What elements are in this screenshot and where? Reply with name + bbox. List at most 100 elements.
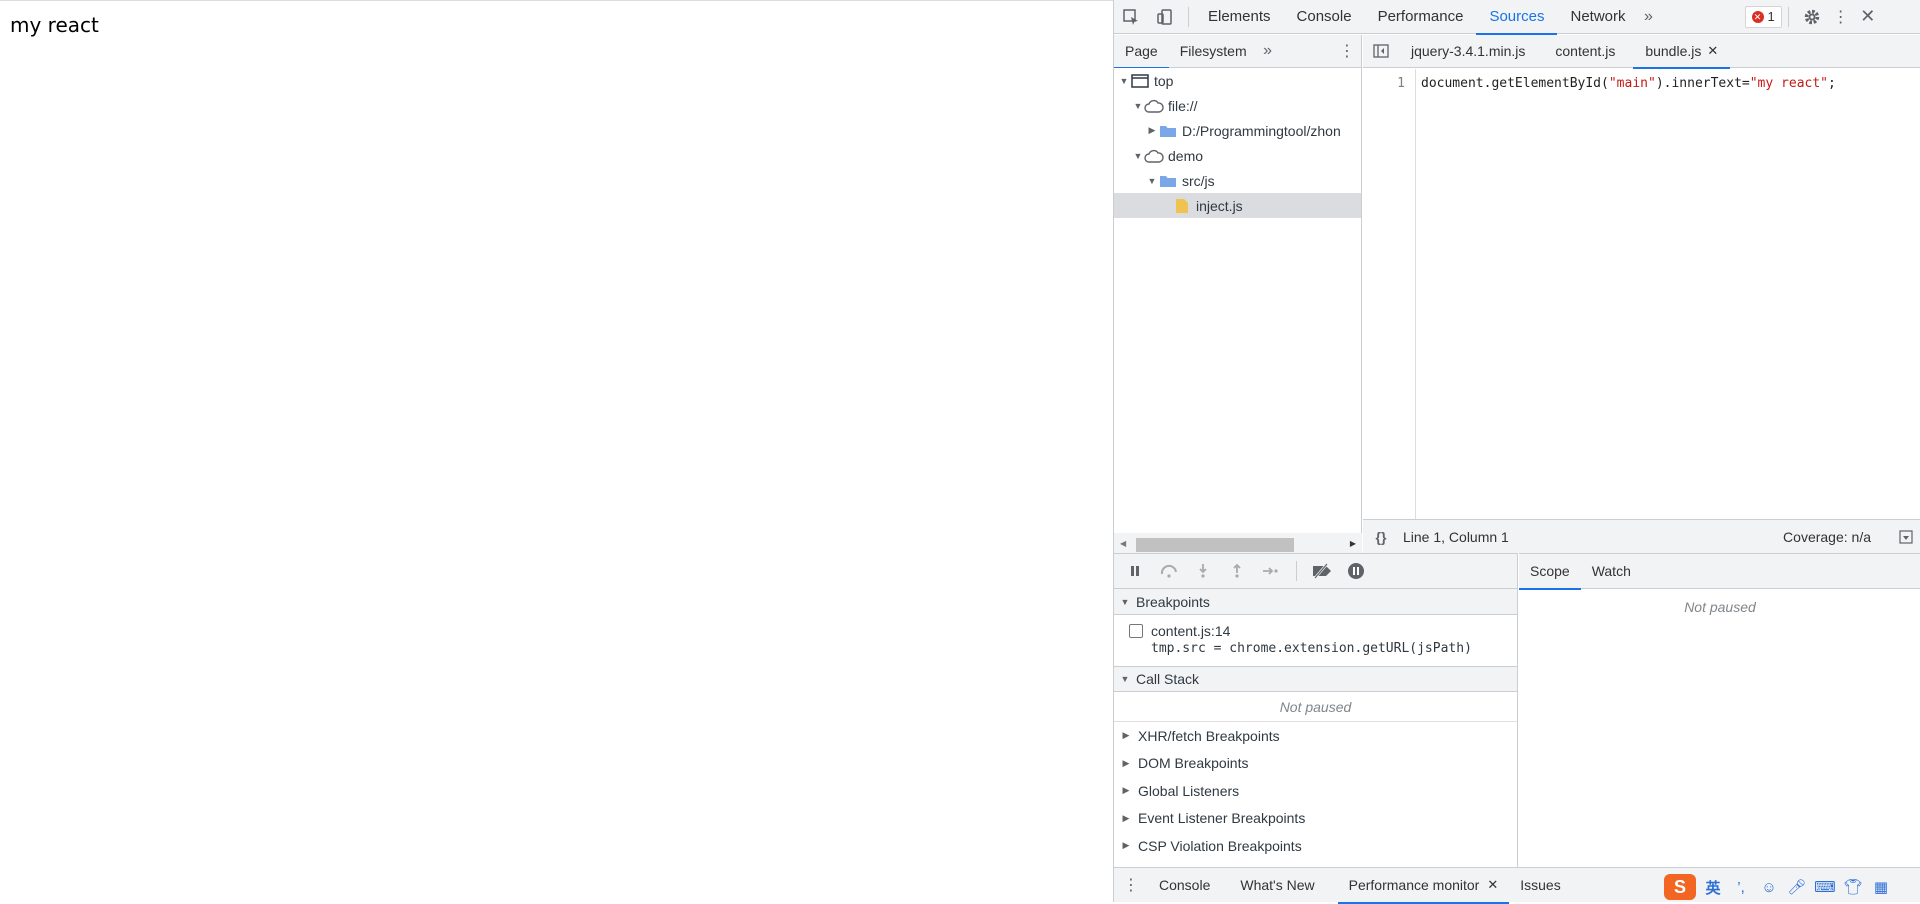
drawer-tab-console[interactable]: Console	[1148, 868, 1221, 903]
editor-tab-jquery[interactable]: jquery-3.4.1.min.js	[1399, 35, 1537, 68]
step-over-icon[interactable]	[1154, 556, 1184, 586]
tab-network[interactable]: Network	[1557, 0, 1638, 34]
scope-tabs: Scope Watch	[1519, 554, 1920, 590]
drawer-tab-label: Performance monitor	[1348, 877, 1480, 893]
breakpoint-location[interactable]: content.js:14	[1151, 623, 1230, 639]
tab-elements[interactable]: Elements	[1195, 0, 1284, 34]
pause-on-exceptions-icon[interactable]	[1341, 556, 1371, 586]
tree-item-inject-js[interactable]: inject.js	[1114, 193, 1361, 218]
section-title: XHR/fetch Breakpoints	[1138, 727, 1280, 744]
section-title: Call Stack	[1136, 671, 1200, 687]
file-tree: ▼ top ▼ file:// ▶ D:/Programmingtool/zho…	[1114, 68, 1361, 534]
more-tabs-icon[interactable]: »	[1258, 34, 1278, 68]
editor-tab-content-js[interactable]: content.js	[1543, 35, 1627, 68]
drawer-tab-performance-monitor[interactable]: Performance monitor ✕	[1337, 868, 1510, 904]
tab-scope[interactable]: Scope	[1519, 554, 1581, 590]
scroll-right-icon[interactable]: ▶	[1350, 539, 1356, 548]
expand-arrow-icon[interactable]: ▼	[1132, 101, 1144, 111]
tab-sources[interactable]: Sources	[1476, 0, 1558, 35]
breakpoint-code[interactable]: tmp.src = chrome.extension.getURL(jsPath…	[1114, 641, 1517, 661]
microphone-icon[interactable]: 🎤︎	[1786, 876, 1808, 898]
error-icon: ✕	[1751, 10, 1764, 23]
kebab-menu-icon[interactable]: ⋮	[1337, 34, 1357, 68]
horizontal-scrollbar[interactable]: ◀ ▶	[1114, 533, 1362, 553]
code-token: ).innerText=	[1655, 76, 1750, 91]
toggle-navigator-icon[interactable]	[1363, 34, 1399, 68]
tree-item-label: demo	[1168, 147, 1204, 164]
csp-violation-breakpoints-header[interactable]: ▶ CSP Violation Breakpoints	[1114, 832, 1517, 860]
device-toolbar-icon[interactable]	[1148, 0, 1182, 34]
collapse-arrow-icon: ▶	[1122, 730, 1130, 741]
cloud-icon	[1144, 99, 1164, 113]
section-title: Breakpoints	[1136, 593, 1210, 610]
debugger-toolbar	[1114, 554, 1517, 589]
tab-filesystem[interactable]: Filesystem	[1169, 35, 1258, 68]
pause-icon[interactable]	[1120, 556, 1150, 586]
scope-panel: Scope Watch Not paused	[1519, 553, 1920, 867]
emoji-icon[interactable]: ☺	[1758, 876, 1780, 898]
tree-item-src-js[interactable]: ▼ src/js	[1114, 168, 1361, 193]
close-tab-icon[interactable]: ✕	[1707, 43, 1718, 59]
expand-arrow-icon: ▼	[1120, 596, 1130, 607]
tree-item-label: src/js	[1182, 172, 1215, 189]
tab-watch[interactable]: Watch	[1581, 554, 1642, 589]
close-tab-icon[interactable]: ✕	[1487, 877, 1498, 893]
drawer-menu-icon[interactable]: ⋮	[1114, 868, 1148, 902]
ime-toolbar: S 英 ’, ☺ 🎤︎ ⌨ 👕︎ ▦	[1664, 872, 1920, 902]
tab-page[interactable]: Page	[1114, 35, 1169, 69]
close-icon[interactable]: ✕	[1853, 0, 1883, 34]
global-listeners-header[interactable]: ▶ Global Listeners	[1114, 777, 1517, 805]
scrollbar-thumb[interactable]	[1136, 538, 1294, 552]
code-area[interactable]: 1 document.getElementById("main").innerT…	[1363, 69, 1920, 519]
punctuation-icon[interactable]: ’,	[1730, 876, 1752, 898]
dom-breakpoints-header[interactable]: ▶ DOM Breakpoints	[1114, 750, 1517, 778]
section-title: CSP Violation Breakpoints	[1138, 837, 1302, 854]
code-token: document.getElementById(	[1421, 76, 1609, 91]
pretty-print-icon[interactable]: {}	[1363, 529, 1399, 545]
line-gutter[interactable]: 1	[1363, 69, 1416, 519]
tab-console[interactable]: Console	[1284, 0, 1365, 34]
tree-item-top[interactable]: ▼ top	[1114, 68, 1361, 93]
expand-arrow-icon[interactable]: ▼	[1146, 176, 1158, 186]
settings-gear-icon[interactable]	[1795, 0, 1829, 34]
page-heading: my react	[10, 13, 99, 37]
expand-arrow-icon[interactable]: ▼	[1118, 76, 1130, 86]
sogou-logo-icon[interactable]: S	[1664, 874, 1696, 900]
kebab-menu-icon[interactable]: ⋮	[1829, 0, 1853, 34]
expand-arrow-icon: ▼	[1120, 674, 1130, 684]
keyboard-icon[interactable]: ⌨	[1814, 876, 1836, 898]
step-out-icon[interactable]	[1222, 556, 1252, 586]
call-stack-status: Not paused	[1114, 692, 1517, 722]
call-stack-header[interactable]: ▼ Call Stack	[1114, 666, 1517, 692]
tree-item-demo[interactable]: ▼ demo	[1114, 143, 1361, 168]
deactivate-breakpoints-icon[interactable]	[1307, 556, 1337, 586]
tab-performance[interactable]: Performance	[1365, 0, 1477, 34]
inspect-element-icon[interactable]	[1114, 0, 1148, 34]
toolbox-icon[interactable]: ▦	[1870, 876, 1892, 898]
breakpoint-checkbox[interactable]	[1129, 624, 1143, 638]
more-tabs-icon[interactable]: »	[1639, 0, 1659, 34]
expand-arrow-icon[interactable]: ▼	[1132, 151, 1144, 161]
xhr-breakpoints-header[interactable]: ▶ XHR/fetch Breakpoints	[1114, 722, 1517, 750]
ime-language[interactable]: 英	[1702, 876, 1724, 898]
step-icon[interactable]	[1256, 556, 1286, 586]
tree-item-label: D:/Programmingtool/zhon	[1182, 122, 1341, 139]
code-string: "my react"	[1749, 76, 1829, 91]
event-listener-breakpoints-header[interactable]: ▶ Event Listener Breakpoints	[1114, 805, 1517, 833]
breakpoints-header[interactable]: ▼ Breakpoints	[1114, 589, 1517, 615]
toggle-debugger-icon[interactable]	[1891, 529, 1920, 544]
error-count-badge[interactable]: ✕ 1	[1744, 5, 1782, 28]
collapse-arrow-icon[interactable]: ▶	[1146, 125, 1158, 136]
editor-tab-bundle-js[interactable]: bundle.js ✕	[1633, 35, 1731, 69]
section-title: Global Listeners	[1138, 782, 1240, 799]
scroll-left-icon[interactable]: ◀	[1120, 539, 1126, 548]
devtools-panel: Elements Console Performance Sources Net…	[1113, 0, 1920, 904]
tree-item-file-scheme[interactable]: ▼ file://	[1114, 93, 1361, 118]
tree-item-local-folder[interactable]: ▶ D:/Programmingtool/zhon	[1114, 118, 1361, 143]
drawer-tab-issues[interactable]: Issues	[1509, 868, 1571, 903]
step-into-icon[interactable]	[1188, 556, 1218, 586]
drawer-tab-whats-new[interactable]: What's New	[1229, 868, 1325, 903]
skin-icon[interactable]: 👕︎	[1842, 876, 1864, 898]
code-line[interactable]: document.getElementById("main").innerTex…	[1421, 76, 1836, 91]
code-token: ;	[1828, 76, 1836, 91]
